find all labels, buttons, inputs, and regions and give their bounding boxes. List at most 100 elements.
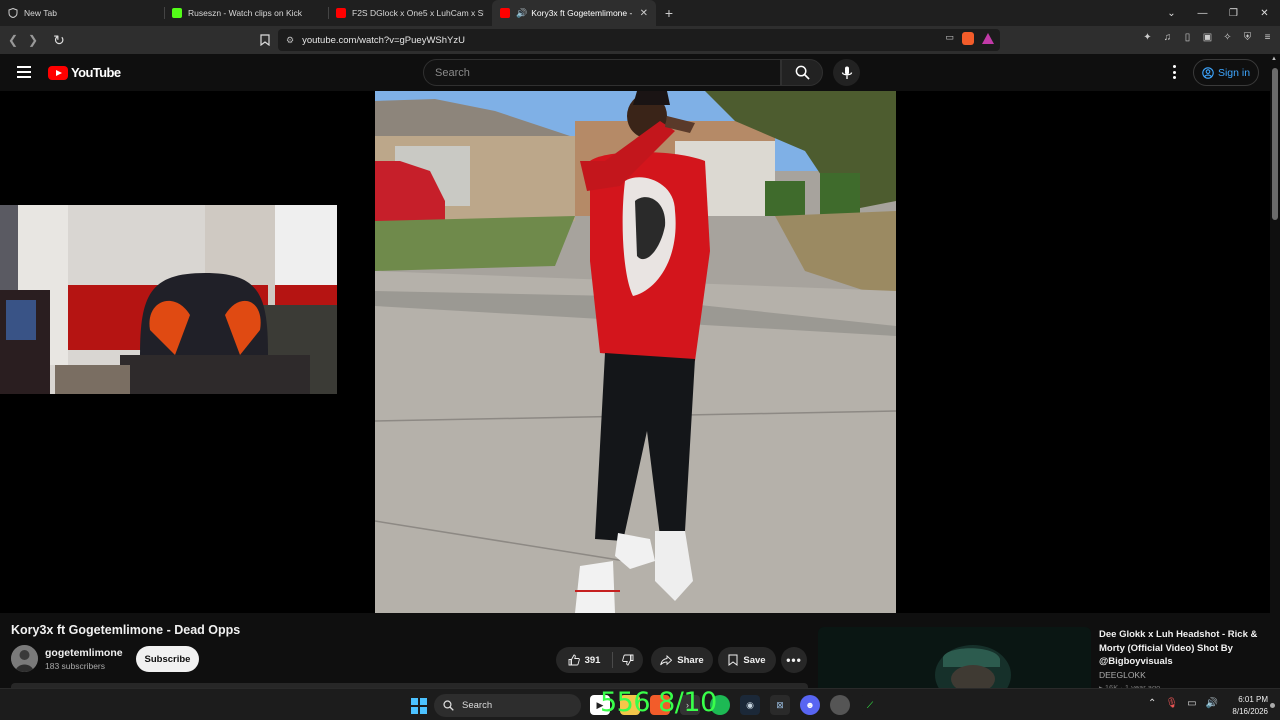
thumbs-down-icon [622, 654, 634, 666]
robinhood-icon[interactable]: ⟋ [860, 695, 880, 715]
site-info-icon[interactable]: ⚙ [286, 35, 294, 46]
youtube-icon [336, 8, 346, 18]
tab-search-icon[interactable]: ⌄ [1156, 0, 1187, 26]
network-icon[interactable]: ▭ [1187, 698, 1196, 709]
system-tray: ⌃ 🎙 ▭ 🔊 [1148, 698, 1218, 709]
cast-icon[interactable]: ▭ [945, 32, 954, 45]
close-tab-icon[interactable]: ✕ [640, 8, 648, 19]
save-label: Save [743, 654, 766, 666]
sidebar-icon[interactable]: ▯ [1181, 31, 1194, 44]
notification-icon[interactable] [1270, 703, 1275, 708]
tab-title: Ruseszn - Watch clips on Kick [188, 8, 302, 18]
share-label: Share [677, 654, 704, 666]
minimize-icon[interactable]: — [1187, 0, 1218, 26]
tab-title: New Tab [24, 8, 57, 18]
kick-icon [172, 8, 182, 18]
media-icon[interactable]: ♫ [1161, 31, 1174, 44]
related-video-thumbnail[interactable] [818, 627, 1091, 688]
search-input[interactable] [424, 60, 780, 85]
reload-icon[interactable]: ↻ [49, 30, 69, 50]
address-bar[interactable]: ⚙ youtube.com/watch?v=gPueyWShYzU ▭ [278, 29, 1000, 51]
browser-tab-new-tab[interactable]: New Tab [0, 0, 164, 26]
youtube-logo[interactable]: YouTube [48, 65, 121, 80]
steam-icon[interactable]: ◉ [740, 695, 760, 715]
search-icon [443, 700, 454, 711]
new-tab-button[interactable]: + [656, 5, 682, 21]
save-button[interactable]: Save [718, 647, 776, 673]
brave-shields-icon[interactable] [962, 32, 974, 45]
browser-tab-kick[interactable]: Ruseszn - Watch clips on Kick [164, 0, 328, 26]
sign-in-label: Sign in [1217, 66, 1251, 79]
channel-avatar[interactable] [11, 645, 38, 672]
video-player[interactable] [0, 91, 1270, 613]
maximize-icon[interactable]: ❐ [1218, 0, 1249, 26]
dislike-button[interactable] [613, 647, 643, 673]
thumbs-up-icon [568, 654, 580, 666]
xbox-icon[interactable]: ⊠ [770, 695, 790, 715]
discord-icon[interactable]: ☻ [800, 695, 820, 715]
menu-icon[interactable]: ≡ [1261, 31, 1274, 44]
speaker-icon[interactable]: 🔊 [516, 8, 527, 19]
youtube-logo-text: YouTube [71, 65, 121, 80]
subscribe-button[interactable]: Subscribe [136, 646, 199, 672]
wallet-icon[interactable]: ▣ [1201, 31, 1214, 44]
microphone-icon [841, 66, 852, 79]
like-count: 391 [584, 654, 601, 666]
like-button[interactable]: 391 [556, 647, 612, 673]
account-icon [1202, 66, 1214, 79]
shield-icon [8, 7, 18, 19]
page-scrollbar[interactable]: ▲ [1270, 54, 1280, 688]
mic-in-use-icon[interactable]: 🎙 [1165, 698, 1178, 709]
related-video-channel[interactable]: DEEGLOKK [1099, 670, 1146, 680]
guide-menu-icon[interactable] [17, 66, 31, 78]
url-text: youtube.com/watch?v=gPueyWShYzU [302, 34, 465, 46]
search-button[interactable] [781, 59, 823, 86]
scrollbar-thumb[interactable] [1272, 68, 1278, 220]
tab-title: F2S DGlock x One5 x LuhCam x Sk-G [352, 8, 484, 18]
leo-ai-icon[interactable]: ✧ [1221, 31, 1234, 44]
browser-tab-strip: New Tab Ruseszn - Watch clips on Kick F2… [0, 0, 1280, 26]
browser-toolbar: ❮ ❯ ↻ ⚙ youtube.com/watch?v=gPueyWShYzU … [0, 26, 1280, 54]
taskbar-search-label: Search [462, 700, 493, 711]
related-video-title[interactable]: Dee Glokk x Luh Headshot - Rick & Morty … [1099, 628, 1259, 669]
save-icon [728, 654, 738, 666]
clock-time: 6:01 PM [1238, 695, 1268, 704]
brave-rewards-icon[interactable] [982, 33, 994, 44]
tab-title: Kory3x ft Gogetemlimone - D [531, 8, 634, 18]
webcam-overlay [0, 205, 337, 394]
vpn-icon[interactable]: ⛨ [1241, 31, 1254, 44]
share-button[interactable]: Share [651, 647, 713, 673]
channel-name[interactable]: gogetemlimone [45, 647, 123, 659]
windows-start-icon[interactable] [411, 698, 427, 714]
voice-search-button[interactable] [833, 59, 860, 86]
close-window-icon[interactable]: ✕ [1249, 0, 1280, 26]
search-icon [795, 65, 810, 80]
chrome-icon[interactable] [830, 695, 850, 715]
sign-in-button[interactable]: Sign in [1193, 59, 1259, 86]
stream-overlay-counter: 556 8/10 [600, 687, 717, 718]
volume-icon[interactable]: 🔊 [1206, 698, 1218, 709]
window-controls: ⌄ — ❐ ✕ [1156, 0, 1280, 26]
clock-date: 8/16/2026 [1232, 707, 1268, 716]
bookmark-icon[interactable] [255, 30, 275, 50]
extensions-icon[interactable]: ✦ [1141, 31, 1154, 44]
scroll-up-icon[interactable]: ▲ [1271, 56, 1277, 62]
youtube-play-icon [48, 65, 68, 80]
share-icon [660, 654, 673, 665]
browser-tab-youtube-f2s[interactable]: F2S DGlock x One5 x LuhCam x Sk-G [328, 0, 492, 26]
forward-icon[interactable]: ❯ [23, 30, 43, 50]
video-title: Kory3x ft Gogetemlimone - Dead Opps [11, 623, 241, 637]
omnibox-icons: ▭ [945, 32, 994, 45]
search-box[interactable] [423, 59, 781, 86]
taskbar-search[interactable]: Search [434, 694, 581, 717]
youtube-masthead: YouTube Sign in [0, 54, 1270, 91]
taskbar-clock[interactable]: 6:01 PM 8/16/2026 [1226, 694, 1268, 718]
youtube-icon [500, 8, 510, 18]
more-actions-button[interactable]: ••• [781, 647, 807, 673]
tray-overflow-icon[interactable]: ⌃ [1148, 698, 1156, 709]
browser-tab-youtube-kory3x[interactable]: 🔊 Kory3x ft Gogetemlimone - D ✕ [492, 0, 656, 26]
video-frame[interactable] [375, 91, 896, 613]
settings-kebab-icon[interactable] [1168, 65, 1180, 79]
back-icon[interactable]: ❮ [3, 30, 23, 50]
subscriber-count: 183 subscribers [45, 661, 106, 671]
